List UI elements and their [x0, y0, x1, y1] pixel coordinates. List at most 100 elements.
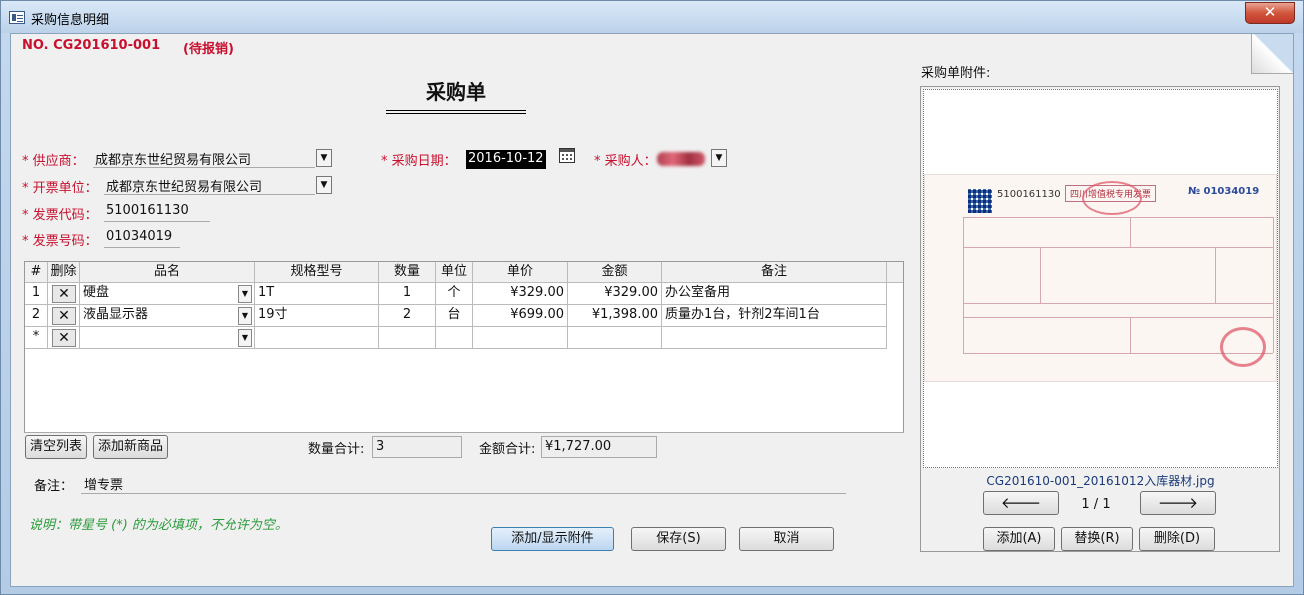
invoice-image-no: № 01034019: [1188, 186, 1260, 197]
row-1-price[interactable]: ¥329.00: [473, 283, 568, 305]
invoice-number-field[interactable]: 01034019: [104, 228, 180, 248]
row-2-name[interactable]: 液晶显示器: [80, 305, 255, 327]
col-header-spec: 规格型号: [255, 262, 379, 283]
arrow-right-icon: 🡒: [1157, 494, 1199, 512]
cancel-button[interactable]: 取消: [739, 527, 834, 551]
new-row-spec[interactable]: [255, 327, 379, 349]
invoice-number-label: * 发票号码：: [22, 234, 98, 249]
row-1-spec[interactable]: 1T: [255, 283, 379, 305]
invoice-rule: [963, 217, 1273, 218]
row-2-name-dropdown-icon[interactable]: ▼: [238, 307, 252, 325]
row-2-unit[interactable]: 台: [436, 305, 473, 327]
attachment-label: 采购单附件:: [921, 66, 991, 81]
row-2-amount: ¥1,398.00: [568, 305, 662, 327]
invoice-unit-label: * 开票单位：: [22, 181, 98, 196]
new-row-marker: *: [25, 327, 48, 349]
col-header-unit: 单位: [436, 262, 473, 283]
col-header-qty: 数量: [379, 262, 436, 283]
remark-field[interactable]: 增专票: [81, 473, 846, 494]
supplier-dropdown-icon[interactable]: ▼: [316, 149, 332, 167]
col-header-remark: 备注: [662, 262, 887, 283]
window-title: 采购信息明细: [31, 13, 110, 28]
invoice-code-field[interactable]: 5100161130: [104, 202, 210, 222]
new-row-price[interactable]: [473, 327, 568, 349]
col-header-price: 单价: [473, 262, 568, 283]
row-2-remark[interactable]: 质量办1台，针剂2车间1台: [662, 305, 887, 327]
row-1-unit[interactable]: 个: [436, 283, 473, 305]
required-note: 说明：带星号 (*) 的为必填项，不允许为空。: [29, 518, 288, 533]
row-2-index: 2: [25, 305, 48, 327]
form-title: 采购单: [426, 80, 486, 104]
qty-total-value: 3: [372, 436, 462, 458]
new-row-amount: [568, 327, 662, 349]
purchaser-label: * 采购人：: [594, 154, 657, 169]
attach-show-button[interactable]: 添加/显示附件: [491, 527, 614, 551]
qty-total-label: 数量合计:: [308, 442, 365, 457]
new-row-name[interactable]: [80, 327, 255, 349]
col-header-name: 品名: [80, 262, 255, 283]
col-header-amount: 金额: [568, 262, 662, 283]
row-1-index: 1: [25, 283, 48, 305]
items-grid: # 删除 品名 规格型号 数量 单位 单价 金额 备注 1 ✕ 硬盘 ▼ 1T …: [24, 261, 904, 461]
invoice-rule: [1130, 217, 1131, 247]
invoice-rule: [1040, 247, 1041, 303]
purchaser-dropdown-icon[interactable]: ▼: [711, 149, 727, 167]
row-1-remark[interactable]: 办公室备用: [662, 283, 887, 305]
arrow-left-icon: 🡐: [1000, 494, 1042, 512]
invoice-bottom-seal: [1220, 327, 1266, 367]
row-2-delete-icon[interactable]: ✕: [52, 307, 76, 325]
purchase-date-label: * 采购日期：: [381, 154, 457, 169]
col-header-delete: 删除: [48, 262, 80, 283]
invoice-rule: [1130, 317, 1131, 353]
col-header-index: #: [25, 262, 48, 283]
po-status: (待报销): [183, 42, 234, 57]
po-number: NO. CG201610-001: [22, 38, 161, 53]
amount-total-value: ¥1,727.00: [541, 436, 657, 458]
replace-attachment-button[interactable]: 替换(R): [1061, 527, 1133, 551]
title-bar[interactable]: 采购信息明细 ✕: [1, 1, 1303, 33]
invoice-code-label: * 发票代码：: [22, 208, 98, 223]
prev-attachment-button[interactable]: 🡐: [983, 491, 1059, 515]
window-close-button[interactable]: ✕: [1245, 2, 1295, 24]
row-1-amount: ¥329.00: [568, 283, 662, 305]
invoice-unit-combo[interactable]: 成都京东世纪贸易有限公司: [104, 175, 315, 195]
clear-list-button[interactable]: 清空列表: [25, 435, 87, 459]
invoice-qr-code: [968, 189, 992, 213]
purchase-date-field[interactable]: 2016-10-12: [466, 150, 546, 169]
row-1-name-dropdown-icon[interactable]: ▼: [238, 285, 252, 303]
new-row-unit[interactable]: [436, 327, 473, 349]
delete-attachment-button[interactable]: 删除(D): [1139, 527, 1215, 551]
amount-total-label: 金额合计:: [479, 442, 536, 457]
form-body: NO. CG201610-001 (待报销) 采购单 * 供应商： 成都京东世纪…: [10, 33, 1294, 587]
row-2-spec[interactable]: 19寸: [255, 305, 379, 327]
supplier-label: * 供应商：: [22, 154, 85, 169]
add-attachment-button[interactable]: 添加(A): [983, 527, 1055, 551]
calendar-icon[interactable]: [559, 148, 575, 163]
new-row-qty[interactable]: [379, 327, 436, 349]
page-fold-corner: [1251, 34, 1293, 74]
remark-label: 备注：: [34, 479, 74, 494]
row-2-qty[interactable]: 2: [379, 305, 436, 327]
row-1-name[interactable]: 硬盘: [80, 283, 255, 305]
new-row-delete-icon[interactable]: ✕: [52, 329, 76, 347]
supplier-combo[interactable]: 成都京东世纪贸易有限公司: [93, 148, 315, 168]
invoice-rule: [963, 303, 1273, 304]
save-button[interactable]: 保存(S): [631, 527, 726, 551]
invoice-image-code: 5100161130: [997, 189, 1061, 200]
invoice-unit-dropdown-icon[interactable]: ▼: [316, 176, 332, 194]
invoice-rule: [963, 317, 1273, 318]
row-1-delete-icon[interactable]: ✕: [52, 285, 76, 303]
row-2-price[interactable]: ¥699.00: [473, 305, 568, 327]
purchaser-combo[interactable]: [657, 152, 705, 166]
invoice-rule: [1215, 247, 1216, 303]
form-title-underline: [386, 110, 526, 114]
row-1-qty[interactable]: 1: [379, 283, 436, 305]
attachment-pager: 1 / 1: [1081, 497, 1111, 512]
invoice-rule: [1273, 217, 1274, 353]
attachment-filename: CG201610-001_20161012入库器材.jpg: [986, 474, 1215, 488]
next-attachment-button[interactable]: 🡒: [1140, 491, 1216, 515]
add-item-button[interactable]: 添加新商品: [93, 435, 168, 459]
invoice-image: 5100161130 四川增值税专用发票 № 01034019: [924, 174, 1277, 382]
new-row-remark[interactable]: [662, 327, 887, 349]
new-row-name-dropdown-icon[interactable]: ▼: [238, 329, 252, 347]
